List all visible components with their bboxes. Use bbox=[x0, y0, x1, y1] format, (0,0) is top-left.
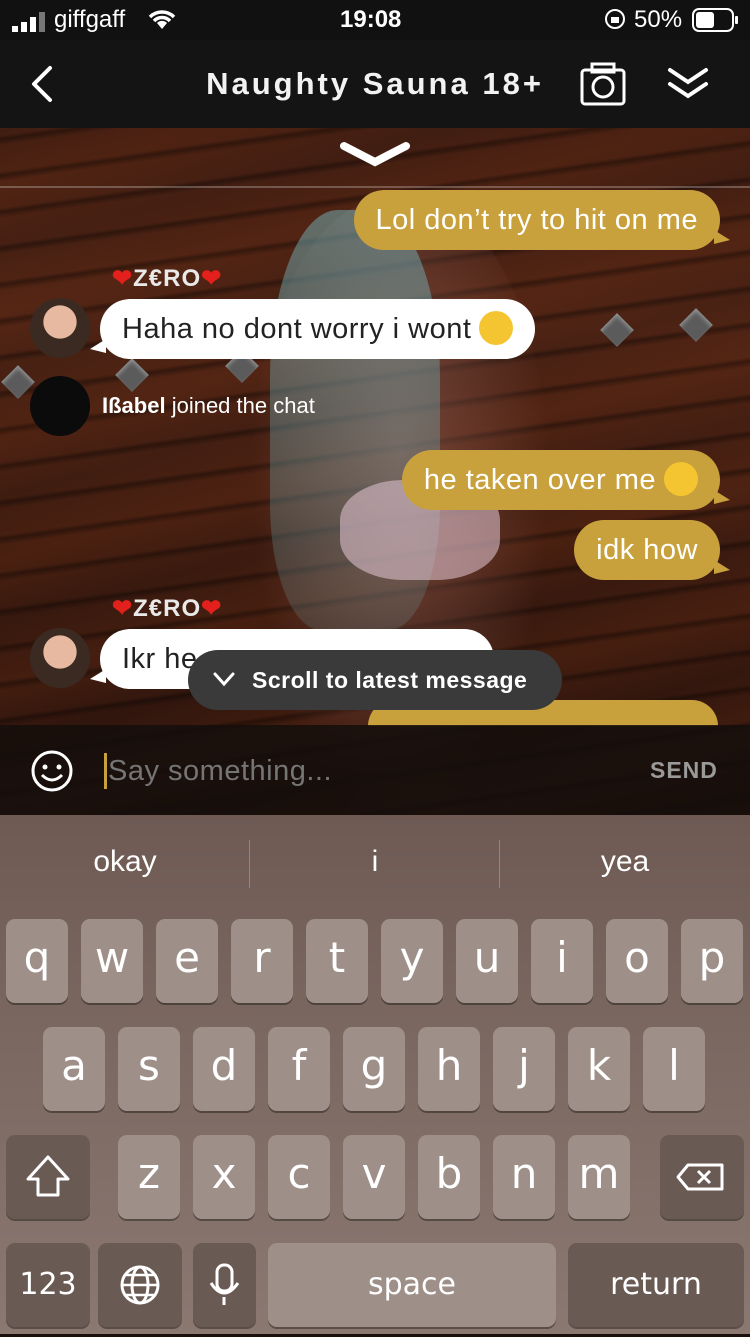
key-b[interactable]: b bbox=[418, 1135, 480, 1219]
scroll-to-latest-button[interactable]: Scroll to latest message bbox=[188, 650, 562, 710]
sender-name: ❤Z€RO❤ bbox=[112, 265, 223, 292]
message-text: Haha no dont worry i wont bbox=[122, 313, 472, 345]
key-i[interactable]: i bbox=[531, 919, 593, 1003]
wifi-icon bbox=[146, 7, 178, 38]
message-text: Lol don’t try to hit on me bbox=[375, 204, 698, 236]
microphone-icon[interactable] bbox=[193, 1243, 256, 1327]
message-bubble-mine: Lol don’t try to hit on me bbox=[353, 190, 730, 250]
key-d[interactable]: d bbox=[193, 1027, 255, 1111]
room-title: Naughty Sauna 18+ bbox=[206, 66, 544, 101]
key-z[interactable]: z bbox=[118, 1135, 180, 1219]
key-n[interactable]: n bbox=[493, 1135, 555, 1219]
message-composer: SEND bbox=[0, 725, 750, 815]
key-g[interactable]: g bbox=[343, 1027, 405, 1111]
key-h[interactable]: h bbox=[418, 1027, 480, 1111]
message-text: idk how bbox=[596, 534, 698, 566]
sender-name: ❤Z€RO❤ bbox=[112, 595, 223, 622]
space-key[interactable]: space bbox=[268, 1243, 556, 1327]
laughing-emoji-icon bbox=[479, 311, 514, 346]
send-button[interactable]: SEND bbox=[650, 757, 718, 784]
key-o[interactable]: o bbox=[606, 919, 668, 1003]
sweat-smile-emoji-icon bbox=[664, 462, 698, 497]
floating-diamond bbox=[600, 313, 634, 347]
return-key[interactable]: return bbox=[568, 1243, 744, 1327]
message-bubble-mine: he taken over me bbox=[401, 450, 731, 510]
join-notice: Ißabel joined the chat bbox=[102, 393, 315, 418]
message-text: he taken over me bbox=[423, 464, 656, 496]
key-x[interactable]: x bbox=[193, 1135, 255, 1219]
message-input[interactable] bbox=[106, 747, 630, 795]
carrier-name: giffgaff bbox=[54, 6, 126, 33]
key-w[interactable]: w bbox=[81, 919, 143, 1003]
scroll-pill-label: Scroll to latest message bbox=[252, 667, 528, 693]
keyboard: okay i yea 123 space return qwertyuiopas… bbox=[0, 815, 750, 1334]
floating-diamond bbox=[679, 308, 713, 342]
camera-icon[interactable] bbox=[580, 62, 626, 111]
suggestion-yea[interactable]: yea bbox=[500, 845, 750, 879]
key-q[interactable]: q bbox=[6, 919, 68, 1003]
key-u[interactable]: u bbox=[456, 919, 518, 1003]
chevron-down-icon bbox=[212, 650, 236, 732]
numbers-key[interactable]: 123 bbox=[6, 1243, 90, 1327]
divider bbox=[0, 186, 750, 188]
floating-diamond bbox=[1, 365, 35, 399]
rotation-lock-icon bbox=[604, 8, 626, 37]
chevron-down-icon[interactable] bbox=[340, 140, 410, 179]
key-e[interactable]: e bbox=[156, 919, 218, 1003]
clock: 19:08 bbox=[340, 6, 402, 33]
key-t[interactable]: t bbox=[306, 919, 368, 1003]
suggestion-i[interactable]: i bbox=[250, 845, 500, 879]
key-a[interactable]: a bbox=[43, 1027, 105, 1111]
signal-icon bbox=[12, 11, 48, 39]
key-y[interactable]: y bbox=[381, 919, 443, 1003]
key-r[interactable]: r bbox=[231, 919, 293, 1003]
key-k[interactable]: k bbox=[568, 1027, 630, 1111]
avatar[interactable] bbox=[30, 298, 90, 358]
avatar[interactable] bbox=[30, 628, 90, 688]
key-l[interactable]: l bbox=[643, 1027, 705, 1111]
key-s[interactable]: s bbox=[118, 1027, 180, 1111]
emoji-picker-icon[interactable] bbox=[30, 749, 74, 798]
key-m[interactable]: m bbox=[568, 1135, 630, 1219]
message-bubble-other: Haha no dont worry i wont bbox=[89, 299, 536, 359]
battery-icon bbox=[692, 8, 740, 39]
avatar[interactable] bbox=[30, 376, 90, 436]
suggestion-okay[interactable]: okay bbox=[0, 845, 250, 879]
globe-icon[interactable] bbox=[98, 1243, 182, 1327]
key-c[interactable]: c bbox=[268, 1135, 330, 1219]
backspace-key[interactable] bbox=[660, 1135, 744, 1219]
status-bar: giffgaff 19:08 50% bbox=[0, 0, 750, 40]
floating-diamond bbox=[115, 358, 149, 392]
battery-percent: 50% bbox=[634, 6, 683, 33]
message-bubble-mine: idk how bbox=[574, 520, 730, 580]
key-j[interactable]: j bbox=[493, 1027, 555, 1111]
message-text: Ikr he bbox=[122, 643, 198, 675]
key-v[interactable]: v bbox=[343, 1135, 405, 1219]
key-p[interactable]: p bbox=[681, 919, 743, 1003]
collapse-chevrons-icon[interactable] bbox=[666, 66, 710, 107]
key-f[interactable]: f bbox=[268, 1027, 330, 1111]
shift-key[interactable] bbox=[6, 1135, 90, 1219]
chat-header: Naughty Sauna 18+ bbox=[0, 40, 750, 128]
